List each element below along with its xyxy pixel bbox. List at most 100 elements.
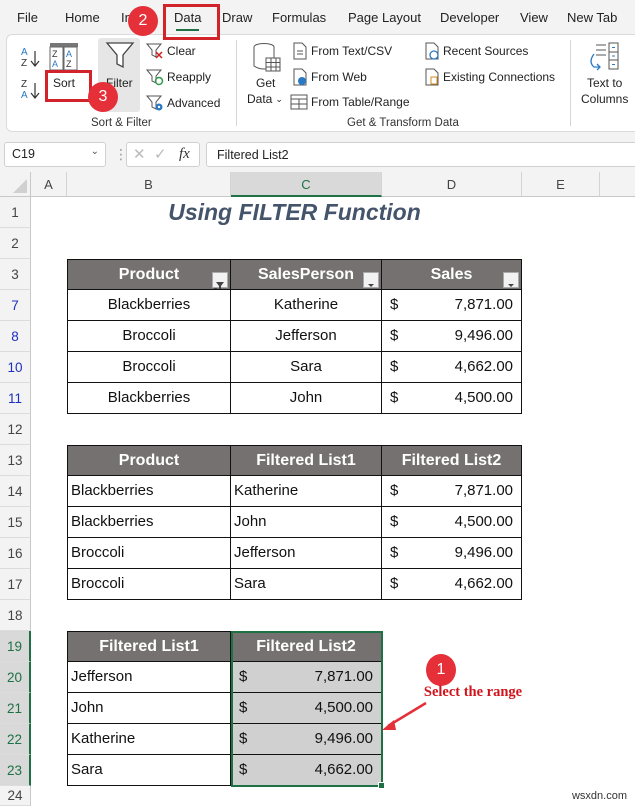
sales-cell[interactable]: $4,662.00 [382,569,522,600]
row-header[interactable]: 7 [0,290,31,321]
row-header[interactable]: 21 [0,693,31,724]
tab-developer[interactable]: Developer [440,10,499,25]
row-header[interactable]: 19 [0,631,31,662]
salesperson-cell[interactable]: John [231,383,382,414]
from-text-csv-button[interactable]: From Text/CSV [292,42,392,60]
sales-cell[interactable]: $7,871.00 [382,290,522,321]
from-table-range-button[interactable]: From Table/Range [290,94,410,110]
row-header[interactable]: 12 [0,414,31,445]
row-header[interactable]: 10 [0,352,31,383]
sort-ascending-button[interactable]: A Z [20,45,42,69]
sales-cell[interactable]: $9,496.00 [382,321,522,352]
dropdown-icon[interactable] [503,272,519,288]
reapply-filter-button[interactable]: Reapply [146,68,211,86]
sales-cell[interactable]: $9,496.00 [382,538,522,569]
tab-draw[interactable]: Draw [222,10,252,25]
filtered-list1-cell[interactable]: Jefferson [67,662,231,693]
sales-cell[interactable]: $4,500.00 [231,693,382,724]
product-cell[interactable]: Blackberries [67,507,231,538]
table1-header-salesperson[interactable]: SalesPerson [231,259,382,290]
name-box[interactable]: C19 ⌄ [4,142,106,167]
chevron-down-icon[interactable]: ⌄ [91,146,99,157]
text-to-columns-label-1[interactable]: Text to [587,76,622,90]
salesperson-cell[interactable]: Jefferson [231,321,382,352]
table2-header-filtered-list2[interactable]: Filtered List2 [382,445,522,476]
column-header-a[interactable]: A [31,172,67,197]
product-cell[interactable]: Blackberries [67,476,231,507]
salesperson-cell[interactable]: Katherine [231,290,382,321]
text-to-columns-label-2[interactable]: Columns [581,92,628,106]
product-cell[interactable]: Blackberries [67,383,231,414]
row-header[interactable]: 24 [0,786,31,806]
table1-header-product[interactable]: Product [67,259,231,290]
cancel-icon[interactable]: ✕ [133,145,146,163]
get-data-label-1[interactable]: Get [256,76,275,90]
product-cell[interactable]: Broccoli [67,321,231,352]
salesperson-cell[interactable]: Sara [231,352,382,383]
table3-header-filtered-list1[interactable]: Filtered List1 [67,631,231,662]
formula-input[interactable]: Filtered List2 [206,142,635,167]
filtered-list1-cell[interactable]: Katherine [67,724,231,755]
tab-view[interactable]: View [520,10,548,25]
clear-filter-button[interactable]: Clear [146,42,196,60]
row-header[interactable]: 23 [0,755,31,786]
product-cell[interactable]: Broccoli [67,569,231,600]
dropdown-icon[interactable] [363,272,379,288]
filter-active-icon[interactable] [212,272,228,289]
get-data-button[interactable]: Data ⌄ [247,92,283,106]
tab-formulas[interactable]: Formulas [272,10,326,25]
text-to-columns-icon[interactable] [588,42,624,74]
row-header[interactable]: 16 [0,538,31,569]
row-header[interactable]: 8 [0,321,31,352]
row-header[interactable]: 1 [0,197,31,228]
row-header[interactable]: 13 [0,445,31,476]
insert-function-icon[interactable]: fx [179,146,190,163]
get-data-icon[interactable] [252,42,282,74]
row-header[interactable]: 20 [0,662,31,693]
column-header-e[interactable]: E [522,172,600,197]
row-header[interactable]: 17 [0,569,31,600]
row-header[interactable]: 11 [0,383,31,414]
from-web-button[interactable]: From Web [292,68,367,86]
filtered-list1-cell[interactable]: Jefferson [231,538,382,569]
table3-header-filtered-list2[interactable]: Filtered List2 [231,631,382,662]
tab-file[interactable]: File [17,10,38,25]
tab-page-layout[interactable]: Page Layout [348,10,421,25]
filtered-list1-cell[interactable]: John [231,507,382,538]
product-cell[interactable]: Broccoli [67,352,231,383]
table2-header-product[interactable]: Product [67,445,231,476]
tab-new-tab[interactable]: New Tab [567,10,617,25]
column-header-c[interactable]: C [231,172,382,197]
row-header[interactable]: 3 [0,259,31,290]
filtered-list1-cell[interactable]: John [67,693,231,724]
tab-home[interactable]: Home [65,10,100,25]
existing-connections-button[interactable]: Existing Connections [424,68,555,86]
sales-cell[interactable]: $4,662.00 [231,755,382,786]
row-header[interactable]: 2 [0,228,31,259]
sales-cell[interactable]: $4,500.00 [382,383,522,414]
sales-cell[interactable]: $4,500.00 [382,507,522,538]
filtered-list1-cell[interactable]: Katherine [231,476,382,507]
column-header-f[interactable] [600,172,635,197]
sales-cell[interactable]: $7,871.00 [231,662,382,693]
confirm-icon[interactable]: ✓ [154,145,167,163]
product-cell[interactable]: Blackberries [67,290,231,321]
fill-handle[interactable] [378,782,385,789]
table1-header-sales[interactable]: Sales [382,259,522,290]
select-all-button[interactable] [0,172,31,197]
row-header[interactable]: 15 [0,507,31,538]
table2-header-filtered-list1[interactable]: Filtered List1 [231,445,382,476]
filtered-list1-cell[interactable]: Sara [67,755,231,786]
row-header[interactable]: 22 [0,724,31,755]
filtered-list1-cell[interactable]: Sara [231,569,382,600]
row-header[interactable]: 18 [0,600,31,631]
sales-cell[interactable]: $4,662.00 [382,352,522,383]
column-header-d[interactable]: D [382,172,522,197]
sales-cell[interactable]: $9,496.00 [231,724,382,755]
row-header[interactable]: 14 [0,476,31,507]
sort-descending-button[interactable]: Z A [20,77,42,101]
recent-sources-button[interactable]: Recent Sources [424,42,528,60]
advanced-filter-button[interactable]: Advanced [146,94,220,112]
product-cell[interactable]: Broccoli [67,538,231,569]
column-header-b[interactable]: B [67,172,231,197]
